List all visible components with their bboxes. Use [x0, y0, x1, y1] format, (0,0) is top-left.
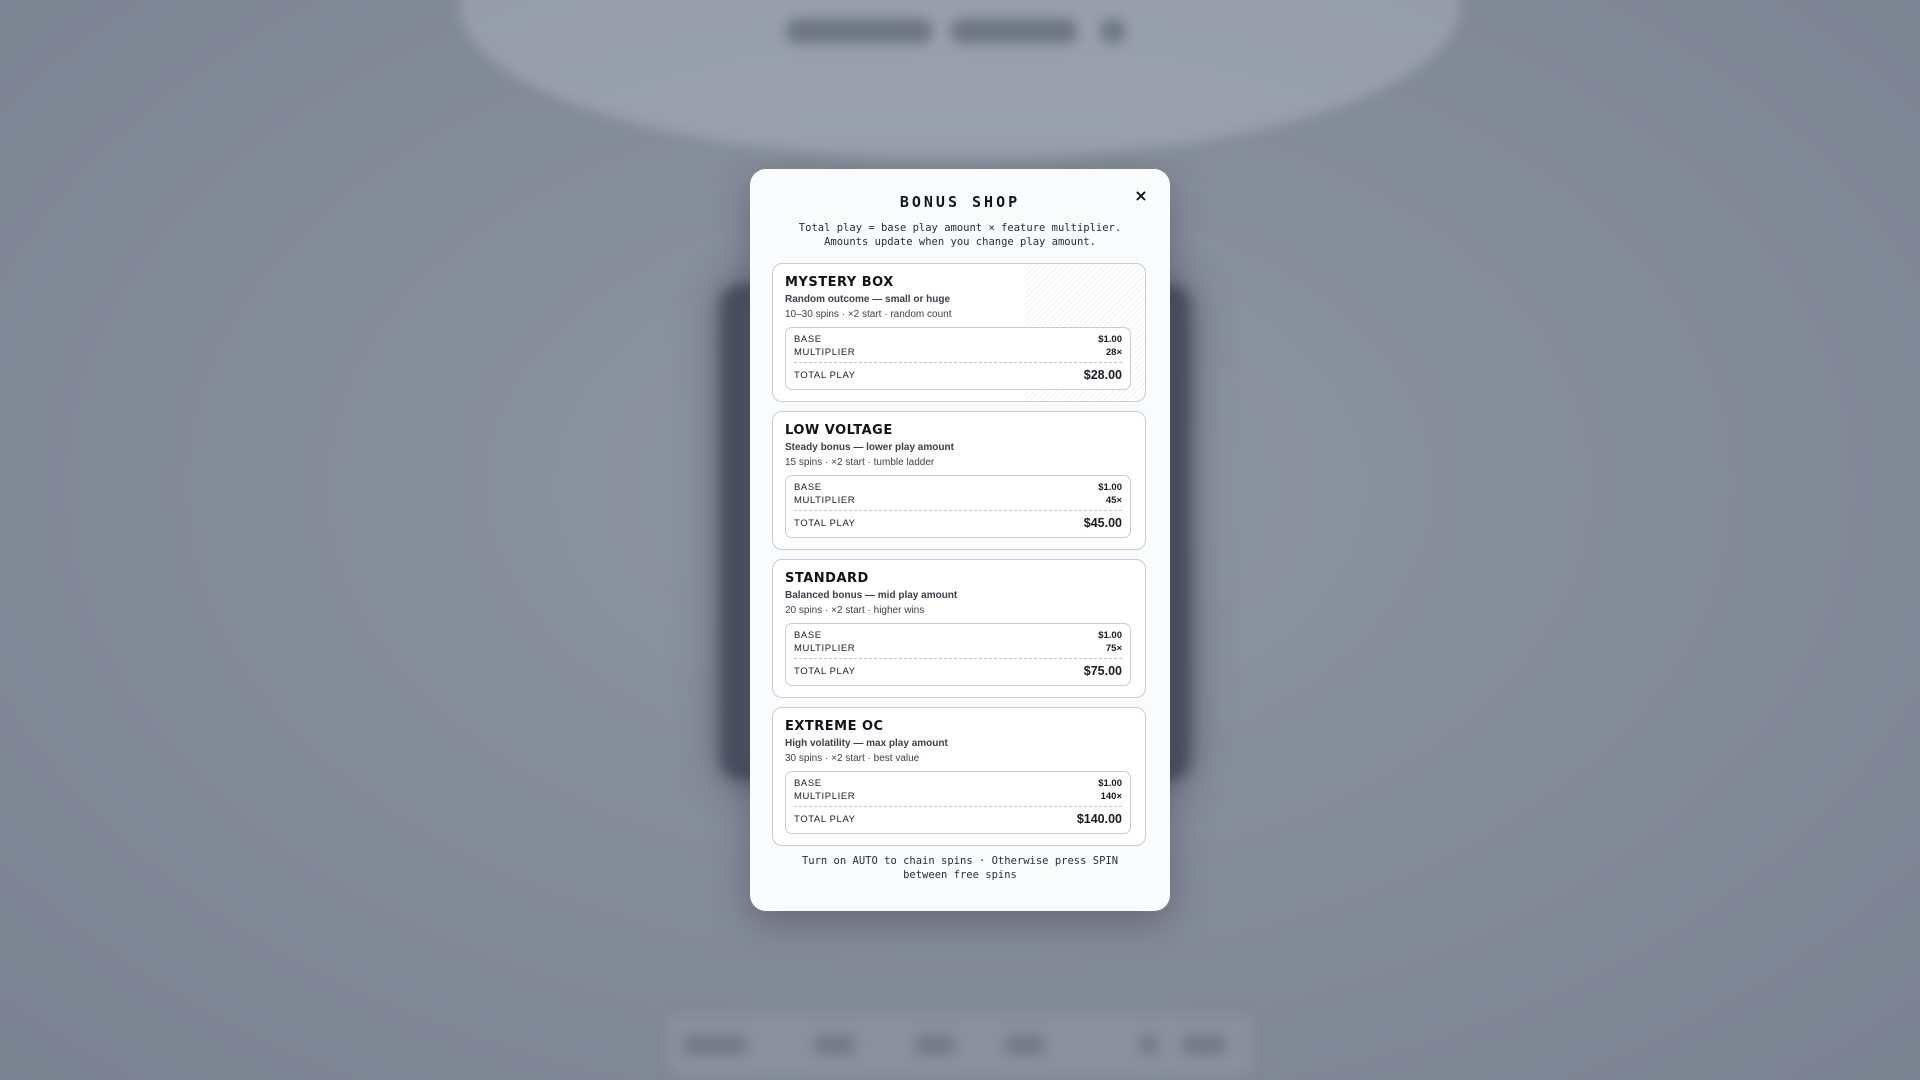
bonus-meta: 15 spins · ×2 start · tumble ladder	[785, 457, 935, 468]
multiplier-label: MULTIPLIER	[794, 791, 856, 802]
base-value: $1.00	[1098, 334, 1122, 345]
background-pill	[1100, 18, 1126, 44]
modal-title: BONUS SHOP	[899, 193, 1021, 211]
multiplier-row: MULTIPLIER 75×	[794, 643, 1122, 654]
base-row: BASE $1.00	[794, 630, 1122, 641]
background-pill	[785, 18, 933, 44]
multiplier-label: MULTIPLIER	[794, 643, 856, 654]
total-row: TOTAL PLAY $75.00	[794, 664, 1122, 678]
background-control	[1140, 1035, 1158, 1055]
multiplier-row: MULTIPLIER 140×	[794, 791, 1122, 802]
total-label: TOTAL PLAY	[794, 665, 856, 677]
base-value: $1.00	[1098, 482, 1122, 493]
base-row: BASE $1.00	[794, 482, 1122, 493]
total-label: TOTAL PLAY	[794, 369, 856, 381]
bonus-card-mystery-box[interactable]: MYSTERY BOX Random outcome — small or hu…	[772, 263, 1146, 402]
price-breakdown: BASE $1.00 MULTIPLIER 45× TOTAL PLAY $45…	[785, 475, 1131, 538]
base-label: BASE	[794, 630, 822, 641]
total-row: TOTAL PLAY $140.00	[794, 812, 1122, 826]
subtitle-line: Total play = base play amount × feature …	[798, 222, 1122, 234]
base-label: BASE	[794, 482, 822, 493]
background-control-bar	[668, 1015, 1253, 1075]
multiplier-label: MULTIPLIER	[794, 495, 856, 506]
base-value: $1.00	[1098, 778, 1122, 789]
background-control	[1183, 1035, 1225, 1055]
multiplier-value: 28×	[1105, 347, 1122, 358]
base-row: BASE $1.00	[794, 334, 1122, 345]
base-value: $1.00	[1098, 630, 1122, 641]
bonus-description: Random outcome — small or huge	[785, 294, 951, 305]
total-label: TOTAL PLAY	[794, 517, 856, 529]
bonus-description: Steady bonus — lower play amount	[785, 442, 954, 453]
base-label: BASE	[794, 778, 822, 789]
multiplier-label: MULTIPLIER	[794, 347, 856, 358]
bonus-name: STANDARD	[785, 571, 869, 586]
price-breakdown: BASE $1.00 MULTIPLIER 75× TOTAL PLAY $75…	[785, 623, 1131, 686]
total-value: $28.00	[1083, 368, 1122, 382]
modal-subtitle: Total play = base play amount × feature …	[770, 221, 1150, 249]
price-breakdown: BASE $1.00 MULTIPLIER 28× TOTAL PLAY $28…	[785, 327, 1131, 390]
base-row: BASE $1.00	[794, 778, 1122, 789]
divider	[794, 658, 1122, 659]
bonus-card-extreme-oc[interactable]: EXTREME OC High volatility — max play am…	[772, 707, 1146, 846]
background-pill	[950, 18, 1078, 44]
price-breakdown: BASE $1.00 MULTIPLIER 140× TOTAL PLAY $1…	[785, 771, 1131, 834]
bonus-card-low-voltage[interactable]: LOW VOLTAGE Steady bonus — lower play am…	[772, 411, 1146, 550]
background-control	[683, 1035, 747, 1055]
bonus-meta: 20 spins · ×2 start · higher wins	[785, 605, 925, 616]
bonus-description: High volatility — max play amount	[785, 738, 948, 749]
background-control	[915, 1035, 955, 1055]
bonus-name: LOW VOLTAGE	[785, 423, 893, 438]
bonus-description: Balanced bonus — mid play amount	[785, 590, 958, 601]
total-value: $75.00	[1083, 664, 1122, 678]
multiplier-row: MULTIPLIER 28×	[794, 347, 1122, 358]
bonus-shop-modal: BONUS SHOP × Total play = base play amou…	[750, 169, 1170, 911]
bonus-meta: 10–30 spins · ×2 start · random count	[785, 309, 952, 320]
multiplier-value: 140×	[1100, 791, 1122, 802]
divider	[794, 510, 1122, 511]
base-label: BASE	[794, 334, 822, 345]
divider	[794, 362, 1122, 363]
multiplier-value: 45×	[1105, 495, 1122, 506]
bonus-card-standard[interactable]: STANDARD Balanced bonus — mid play amoun…	[772, 559, 1146, 698]
footer-line: Turn on AUTO to chain spins · Otherwise …	[801, 855, 1119, 867]
subtitle-line: Amounts update when you change play amou…	[824, 236, 1096, 248]
total-row: TOTAL PLAY $45.00	[794, 516, 1122, 530]
background-control	[1005, 1035, 1045, 1055]
close-icon[interactable]: ×	[1130, 185, 1152, 207]
multiplier-row: MULTIPLIER 45×	[794, 495, 1122, 506]
total-label: TOTAL PLAY	[794, 813, 856, 825]
background-control	[815, 1035, 855, 1055]
bonus-name: EXTREME OC	[785, 719, 884, 734]
bonus-meta: 30 spins · ×2 start · best value	[785, 753, 920, 764]
total-value: $45.00	[1083, 516, 1122, 530]
total-value: $140.00	[1076, 812, 1122, 826]
total-row: TOTAL PLAY $28.00	[794, 368, 1122, 382]
footer-line: between free spins	[903, 869, 1017, 881]
multiplier-value: 75×	[1105, 643, 1122, 654]
bonus-name: MYSTERY BOX	[785, 275, 894, 290]
modal-footer: Turn on AUTO to chain spins · Otherwise …	[770, 854, 1150, 882]
divider	[794, 806, 1122, 807]
